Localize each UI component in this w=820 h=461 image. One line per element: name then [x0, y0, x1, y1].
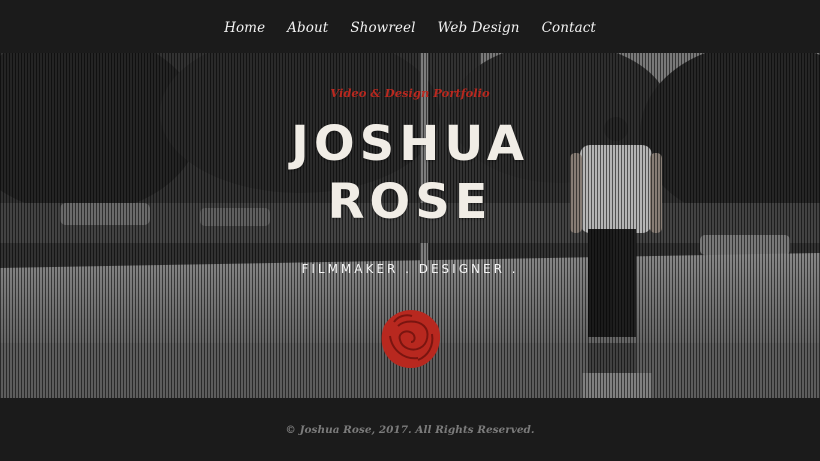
copyright-text: © Joshua Rose, 2017. All Rights Reserved…	[285, 423, 535, 436]
title-first-name: JOSHUA	[290, 116, 530, 172]
nav-link-home[interactable]: Home	[224, 20, 265, 36]
nav-link-about[interactable]: About	[287, 20, 328, 36]
nav-link-showreel[interactable]: Showreel	[350, 20, 415, 36]
title-last-name: ROSE	[327, 174, 493, 230]
nav-link-web-design[interactable]: Web Design	[438, 20, 520, 36]
main-nav: Home About Showreel Web Design Contact	[0, 0, 820, 53]
page-title: JOSHUA ROSE	[0, 115, 820, 231]
nav-list: Home About Showreel Web Design Contact	[224, 17, 596, 36]
hero-section: Video & Design Portfolio JOSHUA ROSE FIL…	[0, 53, 820, 398]
roles-subtitle: FILMMAKER . DESIGNER .	[301, 262, 519, 276]
red-rose-icon	[381, 310, 441, 368]
site-footer: © Joshua Rose, 2017. All Rights Reserved…	[0, 398, 820, 461]
portfolio-tagline: Video & Design Portfolio	[330, 86, 490, 100]
nav-link-contact[interactable]: Contact	[542, 20, 596, 36]
